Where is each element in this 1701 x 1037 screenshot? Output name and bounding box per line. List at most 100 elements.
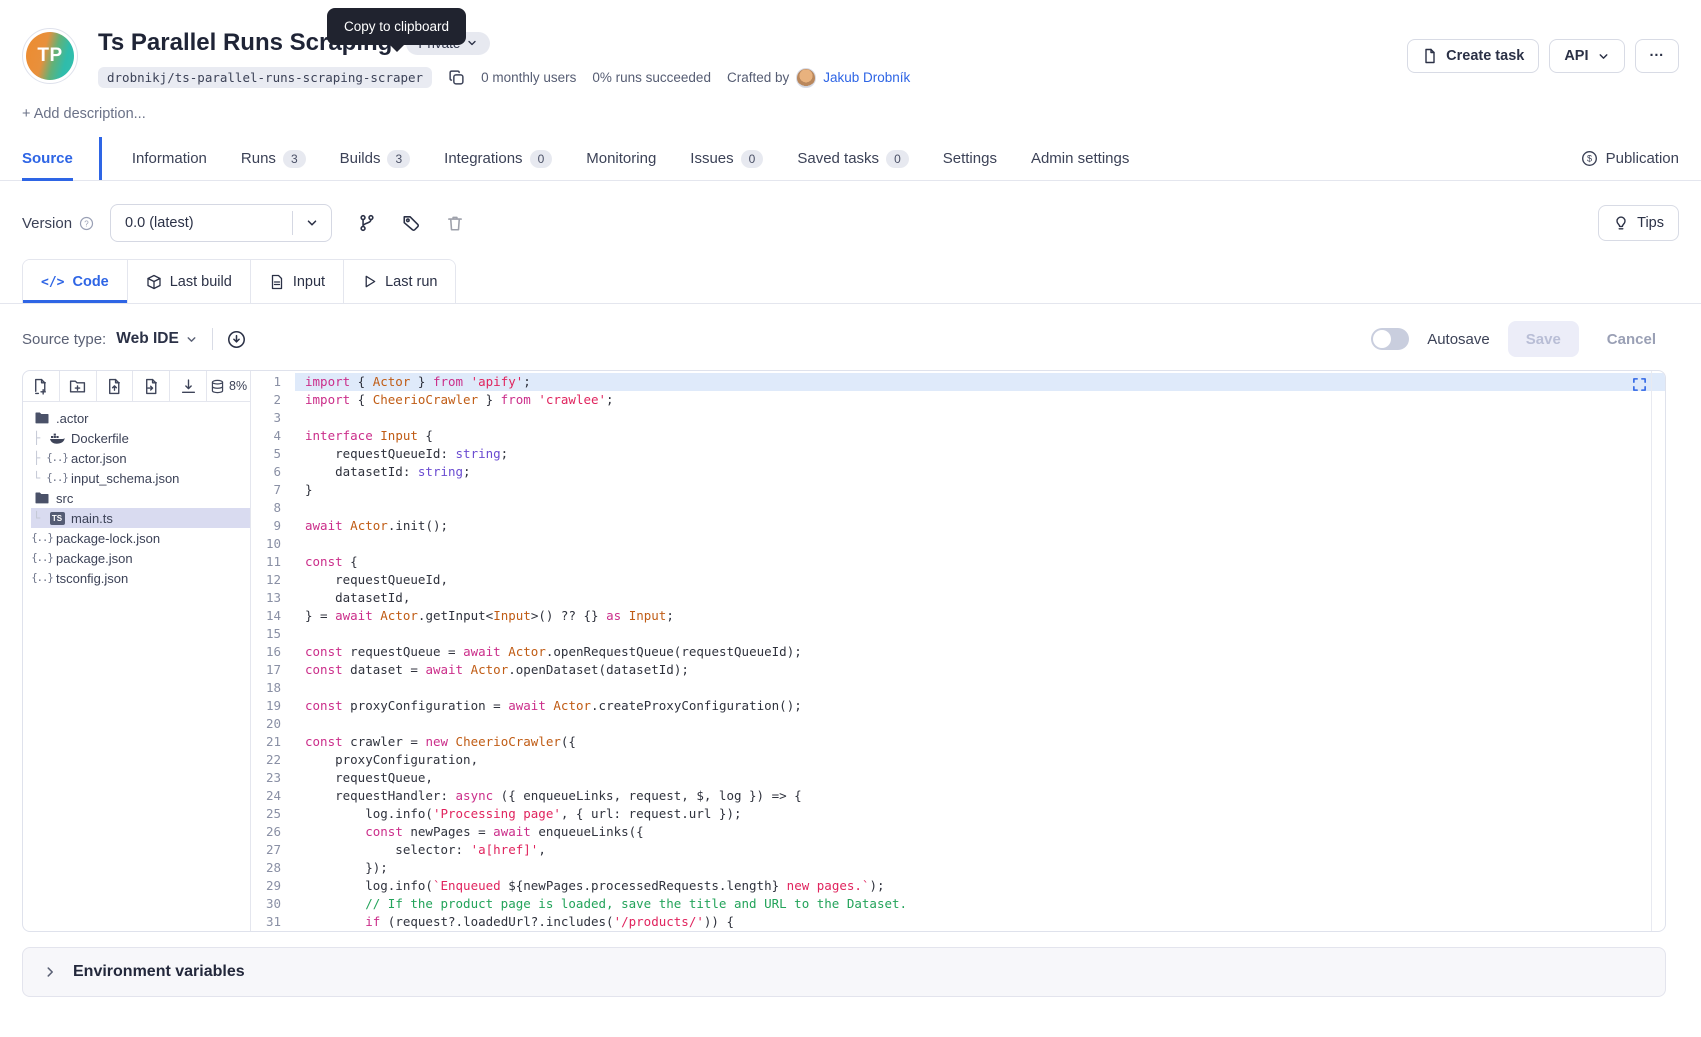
- add-description[interactable]: + Add description...: [22, 106, 1679, 122]
- code-line-10[interactable]: 10: [251, 535, 1665, 553]
- download-circle-icon[interactable]: [227, 330, 246, 349]
- download-icon[interactable]: [170, 371, 207, 401]
- code-line-25[interactable]: 25 log.info('Processing page', { url: re…: [251, 805, 1665, 823]
- tab-issues[interactable]: Issues0: [690, 137, 763, 180]
- source-type-label: Source type:: [22, 331, 106, 348]
- new-folder-icon[interactable]: [60, 371, 97, 401]
- tab-runs[interactable]: Runs3: [241, 137, 306, 180]
- tree-item-main-ts[interactable]: └TSmain.ts: [31, 508, 250, 528]
- code-line-19[interactable]: 19const proxyConfiguration = await Actor…: [251, 697, 1665, 715]
- line-number: 16: [251, 643, 295, 661]
- tab-information[interactable]: Information: [132, 137, 207, 180]
- code-line-30[interactable]: 30 // If the product page is loaded, sav…: [251, 895, 1665, 913]
- repo-path-pill[interactable]: drobnikj/ts-parallel-runs-scraping-scrap…: [98, 67, 432, 88]
- code-line-29[interactable]: 29 log.info(`Enqueued ${newPages.process…: [251, 877, 1665, 895]
- more-actions-button[interactable]: ···: [1635, 39, 1680, 73]
- line-number: 8: [251, 499, 295, 517]
- tree-item-actor-json[interactable]: ├{..}actor.json: [31, 448, 250, 468]
- author-link[interactable]: Jakub Drobník: [823, 70, 910, 85]
- version-select[interactable]: 0.0 (latest): [110, 204, 332, 242]
- code-editor[interactable]: 1import { Actor } from 'apify';2import {…: [251, 371, 1665, 931]
- tree-item-package-lock-json[interactable]: {..}package-lock.json: [31, 528, 250, 548]
- tree-item-label: package.json: [56, 551, 133, 566]
- code-line-9[interactable]: 9await Actor.init();: [251, 517, 1665, 535]
- folder-icon: [33, 410, 51, 426]
- api-button[interactable]: API: [1549, 39, 1624, 73]
- code-line-21[interactable]: 21const crawler = new CheerioCrawler({: [251, 733, 1665, 751]
- fullscreen-icon[interactable]: [1632, 377, 1647, 392]
- code-line-16[interactable]: 16const requestQueue = await Actor.openR…: [251, 643, 1665, 661]
- subtab-code[interactable]: </>Code: [23, 260, 128, 303]
- code-line-20[interactable]: 20: [251, 715, 1665, 733]
- code-line-12[interactable]: 12 requestQueueId,: [251, 571, 1665, 589]
- subtab-last-build[interactable]: Last build: [128, 260, 251, 303]
- trash-icon[interactable]: [446, 214, 464, 232]
- code-line-2[interactable]: 2import { CheerioCrawler } from 'crawlee…: [251, 391, 1665, 409]
- package-icon: [146, 274, 162, 290]
- code-line-4[interactable]: 4interface Input {: [251, 427, 1665, 445]
- tab-admin-settings[interactable]: Admin settings: [1031, 137, 1129, 180]
- scrollbar-track[interactable]: [1651, 371, 1652, 931]
- code-line-13[interactable]: 13 datasetId,: [251, 589, 1665, 607]
- tree-item-tsconfig-json[interactable]: {..}tsconfig.json: [31, 568, 250, 588]
- tree-item-actor[interactable]: .actor: [31, 408, 250, 428]
- code-line-27[interactable]: 27 selector: 'a[href]',: [251, 841, 1665, 859]
- tree-item-dockerfile[interactable]: ├Dockerfile: [31, 428, 250, 448]
- create-task-button[interactable]: Create task: [1407, 39, 1539, 73]
- code-line-24[interactable]: 24 requestHandler: async ({ enqueueLinks…: [251, 787, 1665, 805]
- copy-tooltip: Copy to clipboard: [327, 8, 466, 45]
- code-line-1[interactable]: 1import { Actor } from 'apify';: [251, 373, 1665, 391]
- help-icon[interactable]: ?: [79, 216, 94, 231]
- tag-icon[interactable]: [402, 214, 420, 232]
- version-bar: Version ? 0.0 (latest): [0, 203, 1701, 243]
- tree-item-package-json[interactable]: {..}package.json: [31, 548, 250, 568]
- tree-item-src[interactable]: src: [31, 488, 250, 508]
- tree-item-input-schema-json[interactable]: └{..}input_schema.json: [31, 468, 250, 488]
- line-number: 18: [251, 679, 295, 697]
- subtab-last-run[interactable]: Last run: [344, 260, 455, 303]
- code-line-23[interactable]: 23 requestQueue,: [251, 769, 1665, 787]
- line-number: 9: [251, 517, 295, 535]
- tab-publication[interactable]: $ Publication: [1581, 137, 1679, 180]
- import-file-icon[interactable]: [133, 371, 170, 401]
- autosave-toggle[interactable]: [1371, 328, 1409, 350]
- environment-variables-panel[interactable]: Environment variables: [22, 947, 1666, 997]
- code-line-14[interactable]: 14} = await Actor.getInput<Input>() ?? {…: [251, 607, 1665, 625]
- tab-saved-tasks[interactable]: Saved tasks0: [797, 137, 908, 180]
- code-line-5[interactable]: 5 requestQueueId: string;: [251, 445, 1665, 463]
- code-line-26[interactable]: 26 const newPages = await enqueueLinks({: [251, 823, 1665, 841]
- code-line-11[interactable]: 11const {: [251, 553, 1665, 571]
- folder-icon: [33, 490, 51, 506]
- tab-monitoring[interactable]: Monitoring: [586, 137, 656, 180]
- code-line-15[interactable]: 15: [251, 625, 1665, 643]
- upload-file-icon[interactable]: [97, 371, 134, 401]
- tab-settings[interactable]: Settings: [943, 137, 997, 180]
- save-button[interactable]: Save: [1508, 321, 1579, 357]
- tab-source[interactable]: Source: [22, 137, 73, 180]
- code-line-3[interactable]: 3: [251, 409, 1665, 427]
- file-toolbar: 8%: [23, 371, 250, 402]
- tab-builds[interactable]: Builds3: [340, 137, 411, 180]
- storage-usage: 8%: [207, 371, 250, 401]
- new-file-icon[interactable]: [23, 371, 60, 401]
- git-branch-icon[interactable]: [358, 214, 376, 232]
- line-number: 13: [251, 589, 295, 607]
- code-line-18[interactable]: 18: [251, 679, 1665, 697]
- line-number: 26: [251, 823, 295, 841]
- code-line-28[interactable]: 28 });: [251, 859, 1665, 877]
- subtab-input[interactable]: Input: [251, 260, 344, 303]
- source-type-select[interactable]: Web IDE: [116, 330, 198, 348]
- code-line-6[interactable]: 6 datasetId: string;: [251, 463, 1665, 481]
- tab-count-badge: 0: [741, 150, 764, 168]
- cancel-button[interactable]: Cancel: [1597, 321, 1666, 357]
- tab-integrations[interactable]: Integrations0: [444, 137, 552, 180]
- line-number: 31: [251, 913, 295, 931]
- code-line-22[interactable]: 22 proxyConfiguration,: [251, 751, 1665, 769]
- tree-connector: └: [33, 471, 43, 485]
- code-line-17[interactable]: 17const dataset = await Actor.openDatase…: [251, 661, 1665, 679]
- copy-icon[interactable]: [448, 69, 465, 86]
- code-line-7[interactable]: 7}: [251, 481, 1665, 499]
- code-line-31[interactable]: 31 if (request?.loadedUrl?.includes('/pr…: [251, 913, 1665, 931]
- code-line-8[interactable]: 8: [251, 499, 1665, 517]
- tips-button[interactable]: Tips: [1598, 205, 1679, 241]
